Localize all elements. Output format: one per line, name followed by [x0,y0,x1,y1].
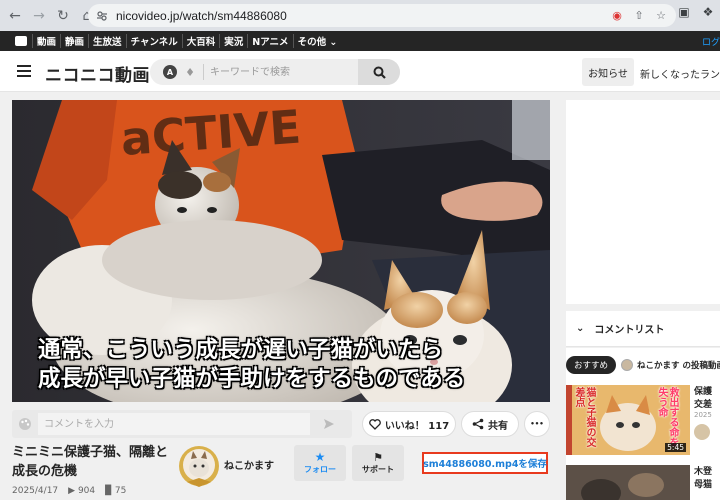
owner-mini-avatar [621,359,634,371]
subtitle-line-2: 成長が早い子猫が手助けをするものである [38,366,466,392]
follow-button[interactable]: ★ フォロー [294,445,346,481]
tab-owner-videos[interactable]: ねこかます の投稿動画 [621,359,720,371]
back-icon[interactable]: ← [4,5,26,27]
rec2-title[interactable]: 木登 母猫 [694,466,712,492]
comment-list-toggle[interactable]: ⌄ コメントリスト [566,311,720,347]
rec1-duration: 5:45 [665,443,686,452]
comment-count: ▉ 75 [105,486,127,496]
rec-thumbnail-2-image [566,465,690,500]
more-options-button[interactable]: ••• [524,411,550,437]
rec1-title[interactable]: 保護 交差 [694,386,712,412]
owner-avatar[interactable] [177,444,221,488]
rec1-thumb-caption-left: 猫と子猫の交差点 [573,387,595,447]
send-icon [324,419,334,429]
upload-date: 2025/4/17 [12,486,59,496]
follow-label: フォロー [304,465,336,474]
recommendation-panel: おすすめ ねこかます の投稿動画 猫と子猫の交差点 救出する命を失う命 5:45… [566,348,720,500]
menu-icon[interactable] [17,65,31,77]
video-title: ミニミニ保護子猫、隔離と成長の危機 [12,445,169,479]
flag-icon: ⚑ [373,451,383,464]
address-bar[interactable]: nicovideo.jp/watch/sm44886080 ◉ ⇧ ☆ [88,4,676,27]
search-box: A ♦ [150,59,400,85]
browser-toolbar: ← → ↻ ⌂ nicovideo.jp/watch/sm44886080 ◉ … [0,0,720,31]
video-player[interactable]: aCTIVE 通常、こういう成長が遅い子猫がいたら 成長が早い子猫が手助けをする… [12,100,550,402]
search-icon [373,66,386,79]
site-logo[interactable]: ニコニコ動画 [45,61,150,86]
nav-item-dic[interactable]: 大百科 [181,34,220,48]
send-comment-button[interactable] [316,413,342,435]
search-input[interactable] [203,64,348,80]
owner-name[interactable]: ねこかます [224,457,274,472]
rec2-title-line2: 母猫 [694,480,713,490]
recommendation-tabs: おすすめ ねこかます の投稿動画 [566,356,720,374]
nav-item-other[interactable]: その他 ⌄ [292,34,342,48]
url-text: nicovideo.jp/watch/sm44886080 [116,8,287,23]
puzzle-icon[interactable]: ❖ [700,4,716,20]
news-link[interactable]: 新しくなったランキ [640,66,720,81]
nav-item-channel[interactable]: チャンネル [125,34,182,48]
keyword-search-icon[interactable]: A [163,65,177,79]
palette-icon[interactable] [18,417,32,431]
nav-item-jikkyo[interactable]: 実況 [219,34,247,48]
rec1-date: 2025 [694,411,712,419]
save-video-link[interactable]: sm44886080.mp4を保存 [422,452,548,474]
tag-icon[interactable]: ♦ [183,65,197,79]
chevron-down-icon: ⌄ [576,323,585,334]
star-icon: ★ [314,450,326,464]
rec1-title-line1: 保護 [694,387,713,397]
nav-item-seiga[interactable]: 静画 [60,34,88,48]
tab-owner-label: ねこかます の投稿動画 [637,361,720,371]
more-icon: ••• [530,420,544,428]
bookmark-star-icon[interactable]: ☆ [654,8,668,22]
rec1-thumb-caption-right: 救出する命を失う命 [656,387,678,447]
rec2-title-line1: 木登 [694,467,713,477]
comment-list-label: コメントリスト [594,325,665,336]
site-header: ニコニコ動画 A ♦ お知らせ 新しくなったランキ [0,51,720,92]
like-button[interactable]: いいね！ 117 [362,411,456,437]
site-info-icon[interactable] [96,10,108,22]
comment-bar [12,410,352,438]
support-label: サポート [362,465,394,474]
tracking-icon[interactable]: ◉ [610,8,624,22]
rec-thumbnail-2[interactable] [566,465,690,500]
subtitle-line-1: 通常、こういう成長が遅い子猫がいたら [38,337,444,363]
tab-recommended[interactable]: おすすめ [566,356,617,374]
rec-thumbnail-1[interactable]: 猫と子猫の交差点 救出する命を失う命 5:45 [566,385,690,455]
comment-input[interactable] [38,413,310,435]
site-global-nav: 動画 静画 生放送 チャンネル 大百科 実況 Nアニメ その他 ⌄ ログ [0,31,720,51]
share-button[interactable]: 共有 [461,411,519,437]
support-button[interactable]: ⚑ サポート [352,445,404,481]
share-icon [472,418,484,430]
notice-button[interactable]: お知らせ [582,58,634,86]
ad-area [566,100,720,304]
video-subtitles: 通常、こういう成長が遅い子猫がいたら 成長が早い子猫が手助けをするものである [38,336,548,394]
view-count: ▶ 904 [68,486,96,496]
reload-icon[interactable]: ↻ [52,5,74,27]
login-link[interactable]: ログ [702,35,720,48]
share-page-icon[interactable]: ⇧ [632,8,646,22]
extension-icon[interactable]: ▣ [676,4,692,20]
nav-item-nanime[interactable]: Nアニメ [247,34,292,48]
search-button[interactable] [358,59,400,85]
share-label: 共有 [488,420,508,432]
rec1-owner-avatar[interactable] [694,424,710,440]
video-meta: 2025/4/17 ▶ 904 ▉ 75 [12,486,126,496]
tv-icon[interactable] [15,36,27,46]
forward-icon[interactable]: → [28,5,50,27]
like-label: いいね！ 117 [384,420,450,432]
heart-icon [368,418,381,430]
nav-item-video[interactable]: 動画 [32,34,60,48]
nav-item-live[interactable]: 生放送 [88,34,126,48]
